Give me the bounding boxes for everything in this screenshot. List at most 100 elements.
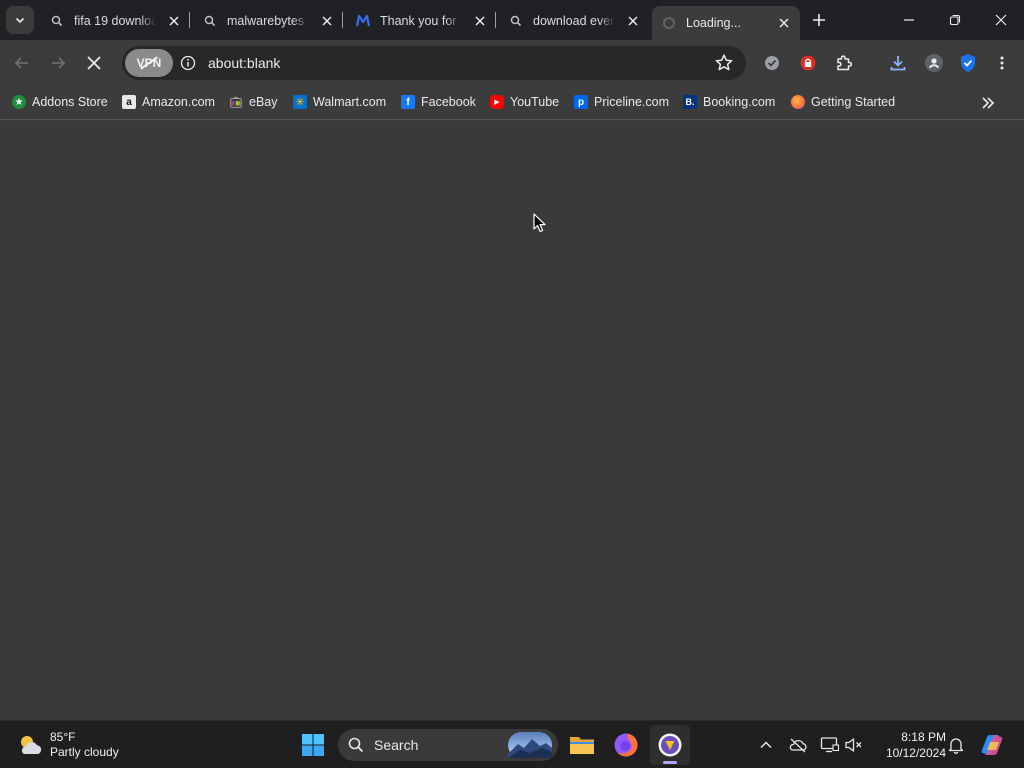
taskbar-file-explorer[interactable] bbox=[562, 725, 602, 765]
info-icon[interactable] bbox=[180, 55, 196, 71]
notifications-button[interactable] bbox=[944, 733, 968, 757]
taskbar-firefox[interactable] bbox=[606, 725, 646, 765]
stop-loading-button[interactable] bbox=[80, 49, 108, 77]
cloud-offline-icon bbox=[789, 738, 807, 753]
partly-cloudy-icon bbox=[21, 736, 42, 754]
copilot-button[interactable] bbox=[978, 733, 1006, 757]
downloads-button[interactable] bbox=[884, 49, 912, 77]
tab-search-button[interactable] bbox=[6, 6, 34, 34]
restore-button[interactable] bbox=[932, 0, 978, 40]
back-button[interactable] bbox=[8, 49, 36, 77]
bookmark-star-icon[interactable] bbox=[714, 53, 734, 73]
tab-title: Thank you for choosing bbox=[380, 14, 462, 28]
tab-1[interactable]: fifa 19 download bbox=[40, 6, 190, 36]
shield-check-icon bbox=[765, 56, 779, 70]
bookmark-label: Getting Started bbox=[811, 95, 896, 109]
bookmark-label: Amazon.com bbox=[142, 95, 215, 109]
plus-icon bbox=[813, 14, 825, 26]
bookmark-label: Booking.com bbox=[703, 95, 776, 109]
bookmark-walmart[interactable]: ✳ Walmart.com bbox=[293, 92, 386, 112]
tab-close-button[interactable] bbox=[319, 13, 335, 29]
tab-3[interactable]: Thank you for choosing bbox=[346, 6, 496, 36]
bookmark-facebook[interactable]: f Facebook bbox=[401, 92, 476, 112]
clock-date: 10/12/2024 bbox=[885, 746, 946, 760]
bookmark-addons-store[interactable]: ★ Addons Store bbox=[12, 92, 108, 112]
tab-5-active[interactable]: Loading... bbox=[652, 6, 800, 40]
url-text[interactable]: about:blank bbox=[208, 55, 280, 71]
restore-icon bbox=[949, 14, 961, 26]
close-window-button[interactable] bbox=[978, 0, 1024, 40]
close-icon bbox=[322, 16, 332, 26]
navigation-toolbar: VPN about:blank bbox=[0, 40, 1024, 86]
profile-icon bbox=[925, 54, 943, 72]
address-bar[interactable]: VPN about:blank bbox=[122, 46, 746, 80]
mouse-cursor-icon bbox=[533, 213, 546, 233]
bell-icon bbox=[948, 738, 964, 754]
extension-shield-button[interactable] bbox=[758, 49, 786, 77]
chevron-double-right-icon[interactable] bbox=[979, 94, 997, 112]
bookmark-amazon[interactable]: a Amazon.com bbox=[122, 92, 215, 112]
taskbar: 85°F Partly cloudy Search 8:18 PM 10/12/… bbox=[0, 720, 1024, 768]
download-icon bbox=[890, 56, 906, 71]
tab-title: malwarebytes - bbox=[227, 14, 309, 28]
ebay-icon bbox=[229, 95, 243, 109]
firefox-icon bbox=[614, 733, 638, 757]
network-tray-button[interactable] bbox=[818, 733, 842, 757]
more-vertical-icon bbox=[1000, 56, 1004, 70]
minimize-button[interactable] bbox=[886, 0, 932, 40]
active-app-indicator bbox=[663, 761, 677, 764]
taskbar-search[interactable]: Search bbox=[338, 729, 558, 761]
youtube-icon: ▶ bbox=[490, 95, 504, 109]
arrow-left-icon bbox=[14, 57, 28, 69]
menu-button[interactable] bbox=[988, 49, 1016, 77]
bookmark-ebay[interactable]: eBay bbox=[229, 92, 278, 112]
onedrive-tray-button[interactable] bbox=[786, 733, 810, 757]
copilot-icon bbox=[981, 735, 1003, 755]
tab-close-button[interactable] bbox=[472, 13, 488, 29]
facebook-icon: f bbox=[401, 95, 415, 109]
minimize-icon bbox=[904, 19, 914, 21]
bookmark-label: Facebook bbox=[421, 95, 476, 109]
speaker-muted-icon bbox=[845, 738, 862, 752]
close-icon bbox=[169, 16, 179, 26]
browser-window: fifa 19 download malwarebytes - Thank yo… bbox=[0, 0, 1024, 720]
windows-logo-icon bbox=[302, 734, 324, 756]
chevron-down-icon bbox=[15, 17, 25, 24]
tab-separator bbox=[495, 12, 496, 28]
tab-close-button[interactable] bbox=[776, 15, 792, 31]
weather-widget[interactable]: 85°F Partly cloudy bbox=[16, 727, 119, 763]
search-icon bbox=[203, 14, 217, 28]
tab-4[interactable]: download everything bbox=[499, 6, 649, 36]
shield-check-icon bbox=[961, 54, 975, 72]
page-content[interactable] bbox=[0, 121, 1024, 720]
extensions-button[interactable] bbox=[830, 49, 858, 77]
forward-button[interactable] bbox=[44, 49, 72, 77]
tab-close-button[interactable] bbox=[166, 13, 182, 29]
close-icon bbox=[628, 16, 638, 26]
weather-temperature: 85°F bbox=[50, 730, 76, 744]
vpn-button[interactable]: VPN bbox=[125, 49, 173, 77]
priceline-icon: p bbox=[574, 95, 588, 109]
system-clock[interactable]: 8:18 PM 10/12/2024 bbox=[872, 729, 946, 761]
security-extension-button[interactable] bbox=[954, 49, 982, 77]
loading-icon bbox=[662, 16, 676, 30]
volume-tray-button[interactable] bbox=[842, 733, 866, 757]
bookmark-youtube[interactable]: ▶ YouTube bbox=[490, 92, 559, 112]
bookmark-booking[interactable]: B. Booking.com bbox=[683, 92, 775, 112]
addons-icon: ★ bbox=[12, 95, 26, 109]
taskbar-browser-active[interactable] bbox=[650, 725, 690, 765]
browser-shield-icon bbox=[658, 733, 682, 757]
tab-title: Loading... bbox=[686, 16, 741, 30]
tab-close-button[interactable] bbox=[625, 13, 641, 29]
profile-button[interactable] bbox=[920, 49, 948, 77]
bookmark-label: Addons Store bbox=[32, 95, 108, 109]
tab-2[interactable]: malwarebytes - bbox=[193, 6, 343, 36]
bookmark-getting-started[interactable]: Getting Started bbox=[791, 92, 895, 112]
bookmark-priceline[interactable]: p Priceline.com bbox=[574, 92, 669, 112]
extension-lock-button[interactable] bbox=[794, 49, 822, 77]
close-icon bbox=[779, 18, 789, 28]
chevron-up-icon bbox=[760, 741, 772, 749]
new-tab-button[interactable] bbox=[808, 9, 830, 31]
start-button[interactable] bbox=[293, 725, 333, 765]
show-hidden-icons-button[interactable] bbox=[754, 733, 778, 757]
